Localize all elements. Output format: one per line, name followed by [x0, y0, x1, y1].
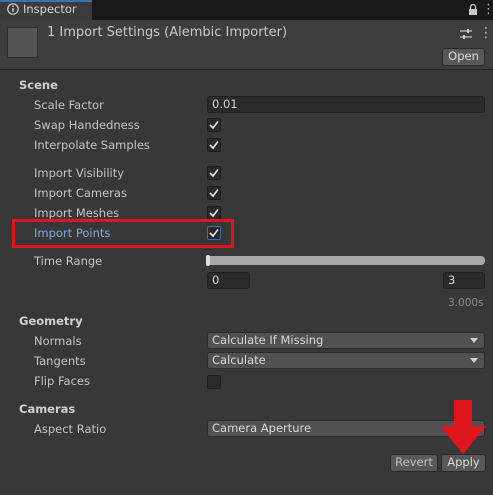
more-menu-icon[interactable]: ⋮ — [482, 3, 493, 17]
checkmark-icon — [209, 189, 219, 198]
normals-label: Normals — [34, 334, 82, 348]
apply-button[interactable]: Apply — [441, 454, 486, 472]
page-title: 1 Import Settings (Alembic Importer) — [47, 25, 288, 40]
duration-text: 3.000s — [448, 297, 484, 309]
info-icon — [7, 3, 19, 15]
lock-icon[interactable] — [468, 4, 478, 15]
tab-label: Inspector — [23, 2, 77, 16]
import-meshes-label: Import Meshes — [34, 206, 120, 220]
checkmark-icon — [209, 121, 219, 130]
scale-factor-input[interactable]: 0.01 — [207, 96, 485, 113]
import-visibility-label: Import Visibility — [34, 166, 125, 180]
time-range-slider[interactable] — [207, 256, 485, 265]
import-meshes-checkbox[interactable] — [207, 206, 221, 220]
swap-handedness-checkbox[interactable] — [207, 118, 221, 132]
import-cameras-label: Import Cameras — [34, 186, 127, 200]
section-cameras: Cameras — [19, 402, 76, 416]
aspect-ratio-label: Aspect Ratio — [34, 422, 107, 436]
import-points-highlight — [12, 219, 234, 248]
checkmark-icon — [209, 141, 219, 150]
header-more-icon[interactable]: ⋮ — [479, 25, 493, 41]
checkmark-icon — [209, 169, 219, 178]
aspect-ratio-value: Camera Aperture — [212, 421, 312, 435]
asset-icon — [7, 27, 38, 58]
scale-factor-label: Scale Factor — [34, 98, 104, 112]
red-arrow-annotation — [440, 400, 486, 454]
time-range-slider-thumb[interactable] — [206, 255, 210, 266]
swap-handedness-label: Swap Handedness — [34, 118, 140, 132]
interpolate-samples-checkbox[interactable] — [207, 138, 221, 152]
dropdown-arrow-icon — [470, 338, 478, 343]
interpolate-samples-label: Interpolate Samples — [34, 138, 150, 152]
flip-faces-checkbox[interactable] — [207, 375, 221, 389]
dropdown-arrow-icon — [470, 358, 478, 363]
time-range-end-input[interactable]: 3 — [443, 272, 485, 289]
settings-sliders-icon[interactable] — [460, 28, 472, 40]
open-button[interactable]: Open — [442, 48, 485, 66]
revert-button[interactable]: Revert — [390, 454, 438, 472]
tangents-value: Calculate — [212, 353, 266, 367]
flip-faces-label: Flip Faces — [34, 374, 90, 388]
import-visibility-checkbox[interactable] — [207, 166, 221, 180]
import-cameras-checkbox[interactable] — [207, 186, 221, 200]
tangents-dropdown[interactable]: Calculate — [207, 352, 485, 369]
tangents-label: Tangents — [34, 354, 86, 368]
section-scene: Scene — [19, 78, 58, 92]
normals-value: Calculate If Missing — [212, 333, 324, 347]
section-geometry: Geometry — [19, 314, 83, 328]
time-range-label: Time Range — [34, 254, 103, 268]
time-range-start-input[interactable]: 0 — [207, 272, 250, 289]
normals-dropdown[interactable]: Calculate If Missing — [207, 332, 485, 349]
checkmark-icon — [209, 209, 219, 218]
